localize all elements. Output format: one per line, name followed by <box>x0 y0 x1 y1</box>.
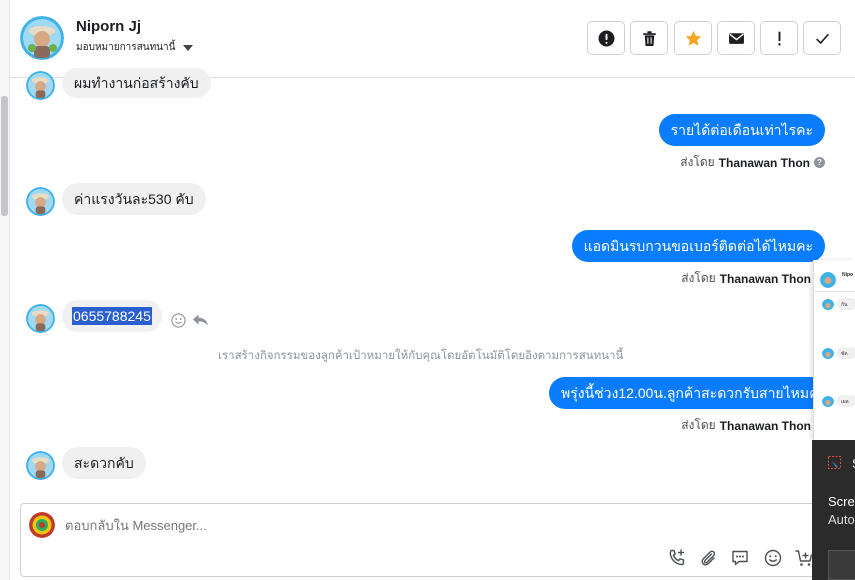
incoming-message: 0655788245 <box>62 300 162 332</box>
mini-preview-header: Nipo <box>814 260 855 292</box>
sent-by-prefix: ส่งโดย <box>681 418 716 432</box>
mini-avatar <box>822 298 834 310</box>
left-scrollbar[interactable] <box>0 0 10 580</box>
messenger-inbox-window: Niporn Jj มอบหมายการสนทนานี้ ผมทำงานก่อส… <box>0 0 855 580</box>
assign-conversation-dropdown[interactable]: มอบหมายการสนทนานี้ <box>76 40 194 55</box>
trash-icon <box>642 30 656 46</box>
automated-activity-note: เราสร้างกิจกรรมของลูกค้าเป้าหมายให้กับคุ… <box>218 350 624 362</box>
assign-conversation-label: มอบหมายการสนทนานี้ <box>76 42 176 53</box>
envelope-icon <box>728 32 744 44</box>
emoji-reaction-icon[interactable] <box>171 313 186 328</box>
left-scrollbar-thumb[interactable] <box>1 96 8 216</box>
mini-avatar <box>822 395 834 407</box>
attach-button[interactable] <box>698 548 718 568</box>
call-button[interactable] <box>667 548 687 568</box>
contact-avatar-small[interactable] <box>26 451 55 480</box>
sent-by-label: ส่งโดย Thanawan Thon <box>681 416 811 435</box>
sent-by-name: Thanawan Thon <box>718 155 810 170</box>
popup-line-1: Scre <box>828 494 855 509</box>
mark-done-button[interactable] <box>803 21 841 55</box>
sent-by-label: ส่งโดย Thanawan Thon <box>681 269 811 288</box>
outgoing-message: พรุ่งนี้ช่วง12.00น.ลูกค้าสะดวกรับสายไหมค… <box>549 377 839 409</box>
reply-composer <box>20 503 820 577</box>
exclamation-icon <box>777 31 781 46</box>
popup-line-2: Auto <box>828 512 855 527</box>
incoming-message: ผมทำงานก่อสร้างคับ <box>62 68 211 98</box>
mini-text: กัน <box>841 302 848 308</box>
conversation-header: Niporn Jj มอบหมายการสนทนานี้ <box>10 0 855 78</box>
incoming-message: สะดวกคับ <box>62 447 146 479</box>
check-icon <box>815 33 829 44</box>
mini-name: Nipo <box>842 272 854 278</box>
emoji-button[interactable] <box>763 548 783 568</box>
follow-up-button[interactable] <box>760 21 798 55</box>
paperclip-icon <box>701 550 716 566</box>
mini-text: เผล <box>841 399 849 405</box>
star-button[interactable] <box>674 21 712 55</box>
cart-plus-icon <box>795 550 813 566</box>
contact-avatar-small[interactable] <box>26 187 55 216</box>
mini-avatar <box>822 347 834 359</box>
page-logo <box>29 512 55 538</box>
reply-input[interactable] <box>65 518 665 533</box>
caret-down-icon <box>183 44 194 51</box>
mark-spam-button[interactable] <box>587 21 625 55</box>
mark-unread-button[interactable] <box>717 21 755 55</box>
star-icon <box>685 30 701 46</box>
outgoing-message: แอดมินรบกวนขอเบอร์ติดต่อได้ไหมคะ <box>571 230 825 262</box>
contact-avatar[interactable] <box>20 16 64 60</box>
mini-conversation-preview[interactable]: Nipo กัน ซัด เผล <box>813 260 855 440</box>
contact-avatar-small[interactable] <box>26 304 55 333</box>
sent-by-prefix: ส่งโดย <box>680 155 715 169</box>
sent-by-name: Thanawan Thon <box>719 418 811 433</box>
alert-circle-icon <box>598 30 614 46</box>
snip-tool-icon <box>828 456 841 469</box>
sent-by-prefix: ส่งโดย <box>681 271 716 285</box>
screenshot-notification-popup[interactable]: S Scre Auto <box>812 440 855 580</box>
reply-icon[interactable] <box>192 312 209 328</box>
saved-replies-button[interactable] <box>730 548 750 568</box>
mini-avatar <box>820 272 836 288</box>
mini-text: ซัด <box>841 351 848 357</box>
cart-button[interactable] <box>794 548 814 568</box>
contact-avatar-small[interactable] <box>26 71 55 100</box>
delete-button[interactable] <box>630 21 668 55</box>
smiley-icon <box>764 549 782 567</box>
incoming-message: ค่าแรงวันละ530 คับ <box>62 183 206 215</box>
popup-button[interactable] <box>828 550 855 580</box>
sent-by-label: ส่งโดย Thanawan Thon ? <box>680 153 825 172</box>
phone-plus-icon <box>669 549 685 566</box>
chat-bubble-icon <box>732 550 748 566</box>
phone-number-selected[interactable]: 0655788245 <box>72 307 152 325</box>
contact-name: Niporn Jj <box>76 18 142 35</box>
sent-by-name: Thanawan Thon <box>719 271 811 286</box>
outgoing-message: รายได้ต่อเดือนเท่าไรคะ <box>658 114 825 146</box>
question-icon[interactable]: ? <box>814 157 825 168</box>
